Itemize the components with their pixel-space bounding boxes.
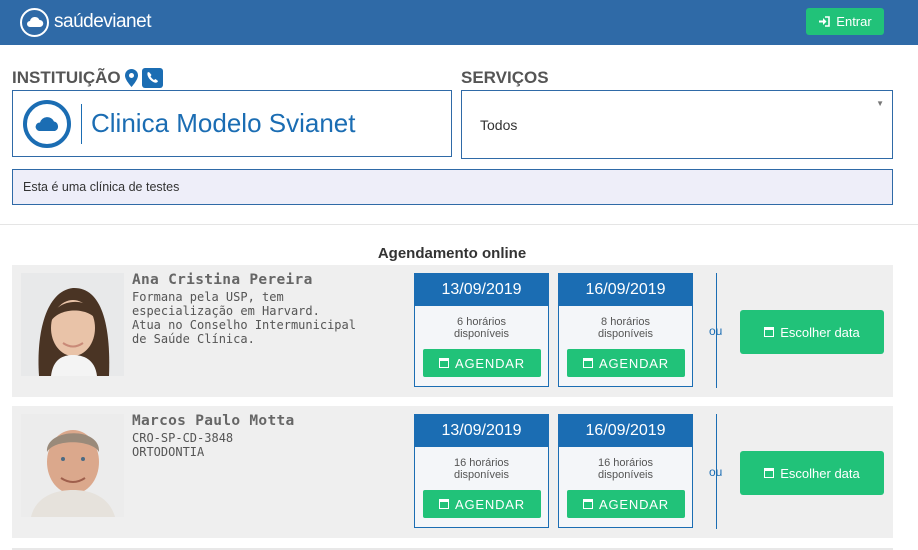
doctor-photo — [21, 273, 124, 376]
slot-date: 13/09/2019 — [415, 274, 548, 306]
slot-availability: 16 horários disponíveis — [597, 457, 654, 481]
or-separator: ou — [709, 465, 723, 479]
slot-availability: 16 horários disponíveis — [453, 457, 510, 481]
slot-date: 13/09/2019 — [415, 415, 548, 447]
slot-card: 16/09/2019 8 horários disponíveis AGENDA… — [558, 273, 693, 387]
calendar-icon — [583, 499, 594, 509]
choose-date-label: Escolher data — [780, 465, 860, 481]
or-separator: ou — [709, 324, 723, 338]
doctor-name: Marcos Paulo Motta — [132, 413, 295, 429]
institution-name: Clinica Modelo Svianet — [91, 108, 356, 138]
schedule-button[interactable]: AGENDAR — [567, 349, 685, 377]
doctor-card: Marcos Paulo Motta CRO-SP-CD-3848 ORTODO… — [12, 406, 893, 538]
institution-card: Clinica Modelo Svianet — [12, 90, 452, 157]
slot-availability: 6 horários disponíveis — [453, 316, 510, 340]
choose-date-button[interactable]: Escolher data — [740, 310, 884, 354]
map-marker-icon[interactable] — [124, 69, 138, 87]
cloud-icon — [20, 7, 49, 37]
caret-down-icon: ▼ — [876, 99, 884, 108]
sign-in-icon — [819, 16, 831, 27]
services-label: SERVIÇOS — [461, 68, 549, 87]
doctor-card: Ana Cristina Pereira Formana pela USP, t… — [12, 265, 893, 397]
phone-icon[interactable] — [141, 68, 163, 88]
institution-label: INSTITUIÇÃO — [12, 68, 121, 87]
institution-description: Esta é uma clínica de testes — [12, 169, 893, 205]
calendar-icon — [583, 358, 594, 368]
slot-availability: 8 horários disponíveis — [597, 316, 654, 340]
schedule-button[interactable]: AGENDAR — [423, 490, 541, 518]
login-button[interactable]: Entrar — [806, 8, 884, 35]
slot-card: 13/09/2019 16 horários disponíveis AGEND… — [414, 414, 549, 528]
divider — [81, 103, 82, 144]
top-navbar: saúdevianet Entrar — [0, 0, 918, 45]
calendar-icon — [764, 468, 775, 478]
services-select[interactable]: Todos ▼ — [461, 90, 893, 159]
calendar-icon — [439, 358, 450, 368]
slot-card: 16/09/2019 16 horários disponíveis AGEND… — [558, 414, 693, 528]
schedule-label: AGENDAR — [455, 355, 525, 371]
schedule-label: AGENDAR — [599, 496, 669, 512]
schedule-button[interactable]: AGENDAR — [567, 490, 685, 518]
doctor-photo — [21, 414, 124, 517]
doctor-description: CRO-SP-CD-3848 ORTODONTIA — [132, 431, 234, 459]
divider — [0, 224, 918, 225]
schedule-button[interactable]: AGENDAR — [423, 349, 541, 377]
institution-section-label: INSTITUIÇÃO — [12, 68, 163, 88]
services-selected-value: Todos — [480, 117, 518, 133]
choose-date-button[interactable]: Escolher data — [740, 451, 884, 495]
schedule-label: AGENDAR — [599, 355, 669, 371]
online-scheduling-title: Agendamento online — [377, 245, 527, 262]
calendar-icon — [764, 327, 775, 337]
slot-card: 13/09/2019 6 horários disponíveis AGENDA… — [414, 273, 549, 387]
slot-date: 16/09/2019 — [559, 415, 692, 447]
doctor-description: Formana pela USP, tem especialização em … — [132, 290, 356, 346]
services-section-label: SERVIÇOS — [461, 68, 549, 88]
doctor-name: Ana Cristina Pereira — [132, 272, 313, 288]
schedule-label: AGENDAR — [455, 496, 525, 512]
brand-logo[interactable]: saúdevianet — [20, 7, 151, 37]
slot-date: 16/09/2019 — [559, 274, 692, 306]
choose-date-label: Escolher data — [780, 324, 860, 340]
calendar-icon — [439, 499, 450, 509]
brand-name: saúdevianet — [54, 11, 151, 32]
clinic-logo-icon — [23, 99, 71, 148]
login-label: Entrar — [836, 14, 872, 29]
